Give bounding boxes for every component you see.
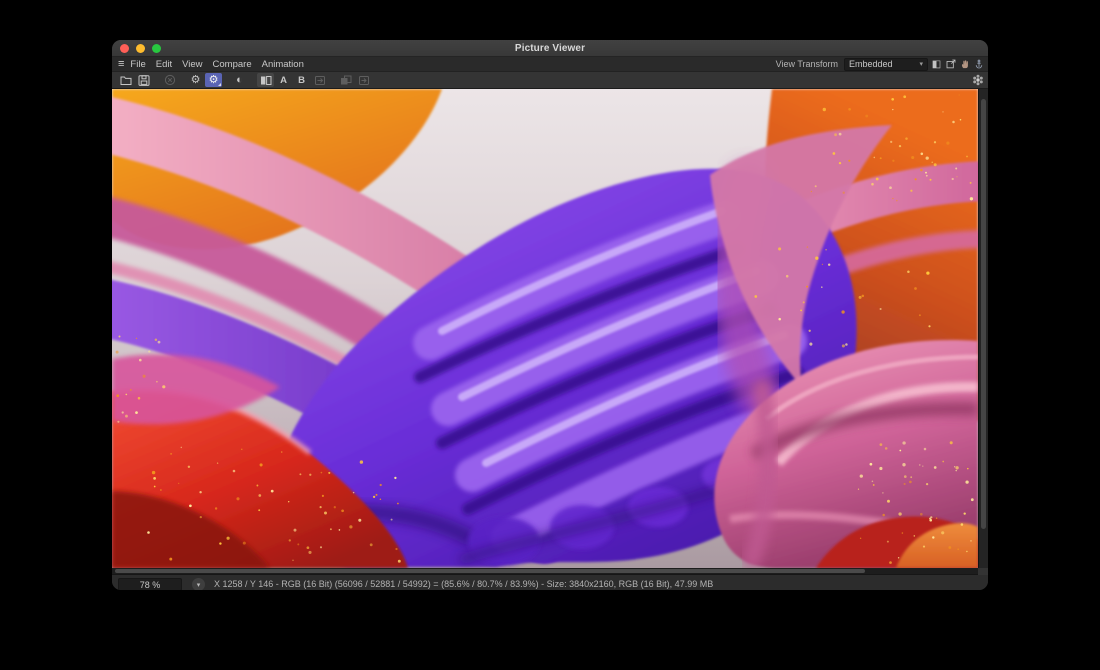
save-button[interactable] bbox=[135, 73, 152, 87]
view-transform-label: View Transform bbox=[776, 59, 838, 69]
scrollbar-corner bbox=[978, 568, 988, 575]
menu-edit[interactable]: Edit bbox=[156, 59, 172, 70]
copy-button bbox=[337, 73, 354, 87]
window-title: Picture Viewer bbox=[112, 43, 988, 54]
menu-compare[interactable]: Compare bbox=[213, 59, 252, 70]
close-button[interactable] bbox=[120, 44, 129, 53]
menu-file[interactable]: File bbox=[130, 59, 145, 70]
gear-x-button[interactable]: ⚙ bbox=[187, 73, 204, 87]
vertical-scrollbar-thumb[interactable] bbox=[981, 99, 986, 529]
artwork-canvas bbox=[112, 89, 978, 568]
image-viewport bbox=[112, 89, 988, 568]
traffic-lights bbox=[120, 40, 161, 56]
open-file-button[interactable] bbox=[117, 73, 134, 87]
vertical-scrollbar[interactable] bbox=[978, 89, 988, 568]
menubar: ≡ File Edit View Compare Animation View … bbox=[112, 57, 988, 72]
ab-compare-button[interactable] bbox=[257, 73, 274, 87]
export-button bbox=[355, 73, 372, 87]
horizontal-scrollbar[interactable] bbox=[112, 568, 988, 575]
split-compare-icon[interactable]: ◧ bbox=[931, 59, 942, 70]
toolbar: ⚙ ⚙ ◐ A B bbox=[112, 72, 988, 89]
menu-view[interactable]: View bbox=[182, 59, 202, 70]
popout-window-icon[interactable] bbox=[945, 59, 956, 70]
picture-viewer-window: Picture Viewer ≡ File Edit View Compare … bbox=[112, 40, 988, 590]
set-b-button[interactable]: B bbox=[293, 73, 310, 87]
chevron-down-icon: ▾ bbox=[919, 60, 923, 68]
minimize-button[interactable] bbox=[136, 44, 145, 53]
view-transform-value: Embedded bbox=[849, 59, 893, 69]
view-transform-select[interactable]: Embedded ▾ bbox=[844, 58, 928, 71]
statusbar: 78 % ▾ X 1258 / Y 146 - RGB (16 Bit) (56… bbox=[112, 575, 988, 590]
zoom-level-field[interactable]: 78 % bbox=[118, 578, 182, 590]
cancel-render-button bbox=[161, 73, 178, 87]
artwork-image[interactable] bbox=[112, 89, 978, 568]
titlebar: Picture Viewer bbox=[112, 40, 988, 57]
contrast-button[interactable]: ◐ bbox=[231, 73, 248, 87]
set-a-button[interactable]: A bbox=[275, 73, 292, 87]
gear-settings-button[interactable]: ⚙ bbox=[205, 73, 222, 87]
horizontal-scrollbar-thumb[interactable] bbox=[115, 569, 865, 573]
hand-pan-icon[interactable] bbox=[959, 59, 970, 70]
desktop-background: Picture Viewer ≡ File Edit View Compare … bbox=[0, 0, 1100, 670]
menu-animation[interactable]: Animation bbox=[262, 59, 304, 70]
status-info: X 1258 / Y 146 - RGB (16 Bit) (56096 / 5… bbox=[214, 575, 713, 590]
menu-icon[interactable]: ≡ bbox=[118, 59, 124, 69]
zoom-dropdown-button[interactable]: ▾ bbox=[192, 578, 205, 590]
swap-ab-button bbox=[311, 73, 328, 87]
zoom-window-button[interactable] bbox=[152, 44, 161, 53]
filter-flower-icon[interactable] bbox=[971, 73, 985, 87]
anchor-dock-icon[interactable] bbox=[973, 59, 984, 70]
